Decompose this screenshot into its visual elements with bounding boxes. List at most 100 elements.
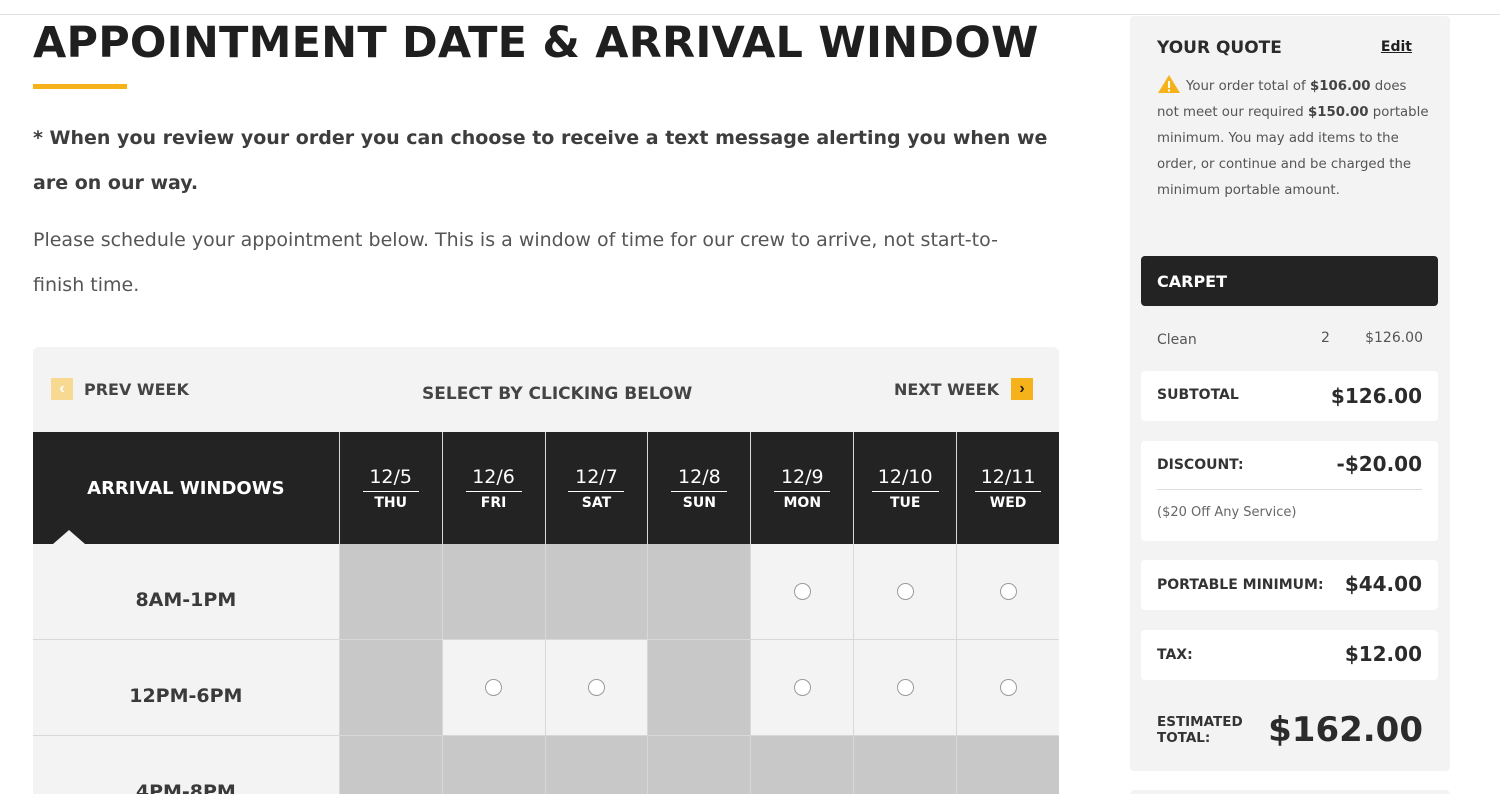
warning-text-1: Your order total of <box>1186 79 1310 94</box>
slot-radio[interactable] <box>793 583 811 600</box>
appointment-scheduler: ‹ PREV WEEK SELECT BY CLICKING BELOW NEX… <box>33 347 1059 794</box>
chevron-right-icon: › <box>1011 378 1033 400</box>
main-content: APPOINTMENT DATE & ARRIVAL WINDOW * When… <box>33 14 1063 308</box>
quote-title: YOUR QUOTE <box>1157 38 1282 58</box>
day-date: 12/9 <box>774 465 831 492</box>
discount-note: ($20 Off Any Service) <box>1157 505 1297 520</box>
slot-unavailable <box>648 544 752 639</box>
day-header-thu: 12/5 THU <box>340 432 443 544</box>
tax-label: TAX: <box>1157 647 1193 663</box>
discount-divider <box>1157 489 1422 490</box>
portable-minimum-label: PORTABLE MINIMUM: <box>1157 577 1324 593</box>
slot-unavailable <box>648 736 752 794</box>
page-title: APPOINTMENT DATE & ARRIVAL WINDOW <box>33 18 1039 68</box>
line-item-qty: 2 <box>1321 330 1330 346</box>
slot-radio[interactable] <box>793 679 811 696</box>
slot-row: 8AM-1PM <box>33 544 1059 640</box>
discount-box: DISCOUNT: -$20.00 ($20 Off Any Service) <box>1141 441 1438 541</box>
slot-option[interactable] <box>957 640 1059 735</box>
day-name: SUN <box>682 495 716 511</box>
subtotal-value: $126.00 <box>1330 384 1422 408</box>
warning-order-total: $106.00 <box>1309 79 1371 94</box>
day-date: 12/7 <box>568 465 625 492</box>
discount-value: -$20.00 <box>1336 452 1422 476</box>
portable-minimum-box: PORTABLE MINIMUM: $44.00 <box>1141 560 1438 610</box>
slot-radio[interactable] <box>485 679 503 696</box>
slot-option[interactable] <box>854 640 958 735</box>
day-date: 12/5 <box>362 465 419 492</box>
day-date: 12/6 <box>465 465 522 492</box>
warning-required-amount: $150.00 <box>1307 105 1369 120</box>
slot-radio[interactable] <box>896 679 914 696</box>
arrival-window-label: 4PM-8PM <box>33 736 340 794</box>
warning-icon <box>1158 75 1180 93</box>
slot-unavailable <box>442 544 546 639</box>
slot-radio[interactable] <box>896 583 914 600</box>
day-date: 12/10 <box>871 465 939 492</box>
day-header-tue: 12/10 TUE <box>854 432 958 544</box>
prev-week-button[interactable]: ‹ PREV WEEK <box>51 378 189 400</box>
arrival-window-label: 8AM-1PM <box>33 544 340 639</box>
slot-unavailable <box>854 736 958 794</box>
line-item-price: $126.00 <box>1365 330 1423 346</box>
estimated-total-value: $162.00 <box>1268 710 1423 750</box>
select-instruction: SELECT BY CLICKING BELOW <box>422 384 693 404</box>
discount-label: DISCOUNT: <box>1157 457 1244 473</box>
slot-unavailable <box>545 544 649 639</box>
tax-box: TAX: $12.00 <box>1141 630 1438 680</box>
slot-option[interactable] <box>442 640 546 735</box>
tax-value: $12.00 <box>1344 642 1422 666</box>
slot-unavailable <box>442 736 546 794</box>
slot-unavailable <box>545 736 649 794</box>
slot-option[interactable] <box>854 544 958 639</box>
category-header: CARPET <box>1141 256 1438 306</box>
slot-rows: 8AM-1PM 12PM-6PM 4PM-8PM <box>33 544 1059 794</box>
slot-radio[interactable] <box>587 679 605 696</box>
day-date: 12/11 <box>974 465 1042 492</box>
day-header-sun: 12/8 SUN <box>648 432 752 544</box>
line-item-name: Clean <box>1157 332 1197 348</box>
day-header-sat: 12/7 SAT <box>546 432 649 544</box>
edit-quote-link[interactable]: Edit <box>1381 39 1412 55</box>
arrival-window-label: 12PM-6PM <box>33 640 340 735</box>
slot-radio[interactable] <box>999 679 1017 696</box>
next-week-button[interactable]: NEXT WEEK › <box>894 378 1033 400</box>
slot-unavailable <box>648 640 752 735</box>
next-sidebar-panel <box>1130 790 1450 794</box>
day-header-mon: 12/9 MON <box>751 432 855 544</box>
slot-option[interactable] <box>751 544 855 639</box>
day-name: TUE <box>889 495 921 511</box>
day-name: THU <box>374 495 407 511</box>
day-header-fri: 12/6 FRI <box>443 432 546 544</box>
slot-radio[interactable] <box>999 583 1017 600</box>
title-underline <box>33 84 127 89</box>
week-nav: ‹ PREV WEEK SELECT BY CLICKING BELOW NEX… <box>33 347 1059 432</box>
slot-unavailable <box>339 640 443 735</box>
subtotal-label: SUBTOTAL <box>1157 387 1239 403</box>
day-name: MON <box>783 495 822 511</box>
chevron-left-icon: ‹ <box>51 378 73 400</box>
slot-option[interactable] <box>751 640 855 735</box>
schedule-intro: Please schedule your appointment below. … <box>33 229 998 296</box>
slot-row: 4PM-8PM <box>33 736 1059 794</box>
day-date: 12/8 <box>671 465 728 492</box>
next-week-label: NEXT WEEK <box>893 379 999 399</box>
estimated-total-label: ESTIMATED TOTAL: <box>1157 714 1243 746</box>
subtotal-box: SUBTOTAL $126.00 <box>1141 371 1438 421</box>
arrival-windows-header: ARRIVAL WINDOWS <box>33 432 340 544</box>
day-name: FRI <box>480 495 507 511</box>
slot-unavailable <box>339 544 443 639</box>
day-name: SAT <box>581 495 612 511</box>
header-pointer <box>53 530 85 544</box>
arrival-windows-label: ARRIVAL WINDOWS <box>87 477 285 499</box>
slot-option[interactable] <box>957 544 1059 639</box>
prev-week-label: PREV WEEK <box>84 379 189 399</box>
minimum-warning: Your order total of $106.00 does not mee… <box>1157 74 1429 204</box>
slot-unavailable <box>957 736 1059 794</box>
day-name: WED <box>989 495 1027 511</box>
slot-row: 12PM-6PM <box>33 640 1059 736</box>
day-header-wed: 12/11 WED <box>957 432 1059 544</box>
slot-option[interactable] <box>545 640 649 735</box>
schedule-grid: ARRIVAL WINDOWS 12/5 THU 12/6 FRI 12/7 SAT 12/… <box>33 432 1059 794</box>
portable-minimum-value: $44.00 <box>1344 572 1422 596</box>
